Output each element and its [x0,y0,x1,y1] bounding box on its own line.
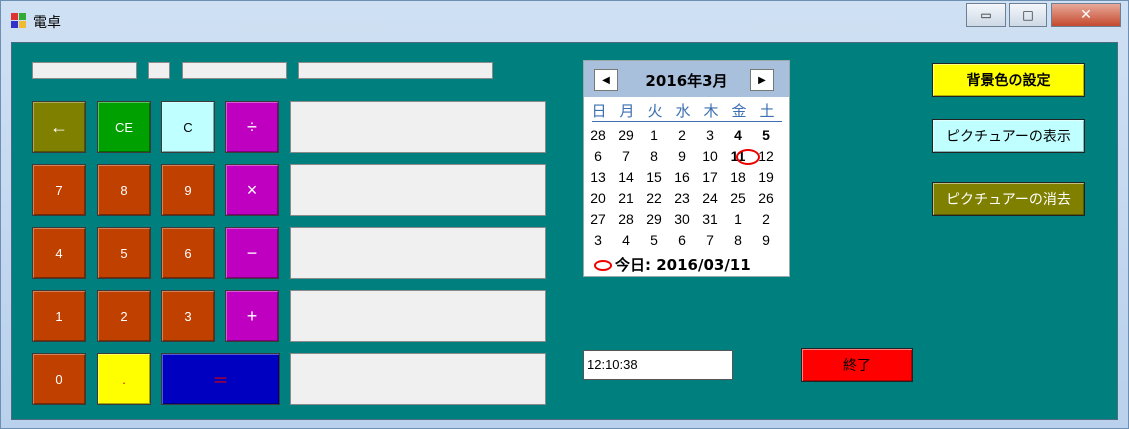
calendar-day[interactable]: 25 [726,190,750,206]
clear-entry-button[interactable]: CE [97,101,151,153]
digit-1-button[interactable]: 1 [32,290,86,342]
calendar-day[interactable]: 21 [614,190,638,206]
calendar-day[interactable]: 6 [586,148,610,164]
next-month-button[interactable]: ▶ [750,69,774,91]
show-picture-button[interactable]: ピクチュアーの表示 [932,119,1085,153]
calendar-day[interactable]: 3 [698,127,722,143]
calendar-day[interactable]: 9 [670,148,694,164]
calendar-day[interactable]: 23 [670,190,694,206]
calculator-window: 電卓 ▭ □ ✕ ← CE C ÷ 7 8 9 × 4 5 6 − 1 2 3 … [0,0,1129,429]
backspace-button[interactable]: ← [32,101,86,153]
clear-picture-button[interactable]: ピクチュアーの消去 [932,182,1085,216]
digit-9-button[interactable]: 9 [161,164,215,216]
calendar-day[interactable]: 29 [614,127,638,143]
today-label: 今日: 2016/03/11 [615,256,751,274]
calendar-day[interactable]: 7 [614,148,638,164]
today-ring-icon [594,260,612,271]
decimal-button[interactable]: . [97,353,151,405]
calendar-day[interactable]: 5 [754,127,778,143]
display-1 [290,101,546,153]
display-2 [290,164,546,216]
calendar-day[interactable]: 5 [642,232,666,248]
top-field-4[interactable] [298,62,493,79]
divide-button[interactable]: ÷ [225,101,279,153]
calendar-day[interactable]: 14 [614,169,638,185]
title-bar[interactable]: 電卓 ▭ □ ✕ [1,1,1128,41]
clock-field[interactable]: 12:10:38 [583,350,733,380]
weekday-sat: 土 [759,102,775,120]
calendar-day[interactable]: 1 [726,211,750,227]
digit-2-button[interactable]: 2 [97,290,151,342]
top-field-1[interactable] [32,62,137,79]
minimize-button[interactable]: ▭ [966,3,1006,27]
calendar-day[interactable]: 27 [586,211,610,227]
digit-0-button[interactable]: 0 [32,353,86,405]
calendar-day[interactable]: 19 [754,169,778,185]
weekday-thu: 木 [703,102,719,120]
calendar-month-title[interactable]: 2016年3月 [624,70,749,91]
weekday-tue: 火 [647,102,663,120]
digit-3-button[interactable]: 3 [161,290,215,342]
calendar-day[interactable]: 9 [754,232,778,248]
calendar-day[interactable]: 2 [670,127,694,143]
weekday-wed: 水 [675,102,691,120]
window-title: 電卓 [33,15,61,31]
calendar-day[interactable]: 17 [698,169,722,185]
digit-5-button[interactable]: 5 [97,227,151,279]
top-field-3[interactable] [182,62,287,79]
today-link[interactable]: 今日: 2016/03/11 [594,254,751,275]
digit-6-button[interactable]: 6 [161,227,215,279]
weekday-divider [592,121,782,122]
equals-button[interactable]: ＝ [161,353,280,405]
weekday-mon: 月 [619,102,635,120]
add-button[interactable]: + [225,290,279,342]
calendar-header: ◀ 2016年3月 ▶ [584,61,789,97]
calendar-day[interactable]: 6 [670,232,694,248]
calendar-day[interactable]: 13 [586,169,610,185]
calendar-day[interactable]: 4 [614,232,638,248]
calendar-day[interactable]: 20 [586,190,610,206]
calendar-day[interactable]: 4 [726,127,750,143]
calendar-day[interactable]: 29 [642,211,666,227]
close-button[interactable]: ✕ [1051,3,1121,27]
subtract-button[interactable]: − [225,227,279,279]
calendar-day[interactable]: 8 [642,148,666,164]
weekday-sun: 日 [591,102,607,120]
digit-8-button[interactable]: 8 [97,164,151,216]
calendar-day[interactable]: 3 [586,232,610,248]
exit-button[interactable]: 終了 [801,348,913,382]
calendar-day[interactable]: 2 [754,211,778,227]
set-background-color-button[interactable]: 背景色の設定 [932,63,1085,97]
calendar-day[interactable]: 8 [726,232,750,248]
calendar-day[interactable]: 1 [642,127,666,143]
month-calendar[interactable]: ◀ 2016年3月 ▶ 日 月 火 水 木 金 土 28 29 1 2 3 4 5 6 7 8 9 1… [583,60,790,277]
calendar-day[interactable]: 26 [754,190,778,206]
display-3 [290,227,546,279]
maximize-button[interactable]: □ [1009,3,1047,27]
top-field-2[interactable] [148,62,170,79]
calendar-day[interactable]: 10 [698,148,722,164]
today-circle [736,149,760,165]
prev-month-button[interactable]: ◀ [594,69,618,91]
calendar-day[interactable]: 24 [698,190,722,206]
calendar-day[interactable]: 30 [670,211,694,227]
clear-button[interactable]: C [161,101,215,153]
display-5 [290,353,546,405]
display-4 [290,290,546,342]
app-icon [11,13,27,29]
digit-7-button[interactable]: 7 [32,164,86,216]
calendar-day[interactable]: 28 [614,211,638,227]
weekday-fri: 金 [731,102,747,120]
calendar-day[interactable]: 28 [586,127,610,143]
calendar-day[interactable]: 16 [670,169,694,185]
multiply-button[interactable]: × [225,164,279,216]
calendar-day[interactable]: 7 [698,232,722,248]
client-area: ← CE C ÷ 7 8 9 × 4 5 6 − 1 2 3 + 0 . ＝ ◀… [11,42,1118,420]
digit-4-button[interactable]: 4 [32,227,86,279]
calendar-day[interactable]: 18 [726,169,750,185]
calendar-day[interactable]: 22 [642,190,666,206]
calendar-day[interactable]: 31 [698,211,722,227]
calendar-day[interactable]: 15 [642,169,666,185]
